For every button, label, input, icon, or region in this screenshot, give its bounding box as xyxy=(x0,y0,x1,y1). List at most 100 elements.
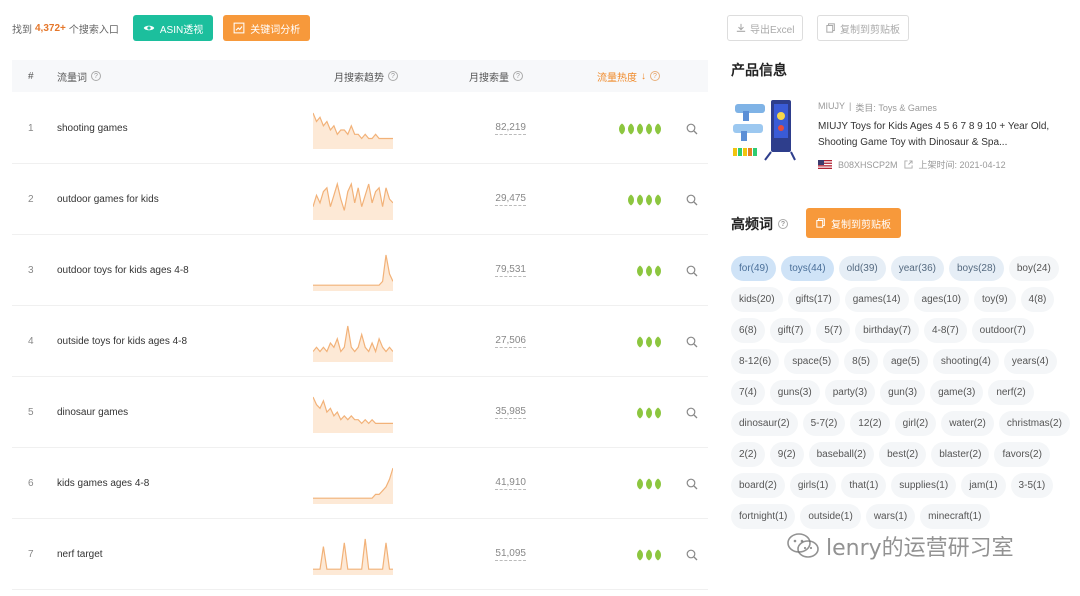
search-icon[interactable] xyxy=(686,265,698,277)
help-icon[interactable]: ? xyxy=(388,71,398,81)
keyword-tag[interactable]: girls(1) xyxy=(789,473,837,498)
search-icon[interactable] xyxy=(686,478,698,490)
help-icon[interactable]: ? xyxy=(650,71,660,81)
keyword-tag[interactable]: 2(2) xyxy=(731,442,765,467)
search-icon[interactable] xyxy=(686,407,698,419)
keyword-tag[interactable]: 4(8) xyxy=(1020,287,1055,312)
keyword-tag[interactable]: toys(44) xyxy=(781,256,834,281)
keyword-tag[interactable]: blaster(2) xyxy=(931,442,990,467)
monthly-volume[interactable]: 29,475 xyxy=(495,193,526,206)
keyword-tag[interactable]: boys(28) xyxy=(948,256,1004,281)
keyword-tag[interactable]: girl(2) xyxy=(894,411,937,436)
search-icon[interactable] xyxy=(686,549,698,561)
table-row[interactable]: 4 outside toys for kids ages 4-8 27,506 xyxy=(12,306,708,377)
keyword-tag[interactable]: games(14) xyxy=(844,287,909,312)
keyword-tag[interactable]: 5(7) xyxy=(816,318,851,343)
monthly-volume[interactable]: 35,985 xyxy=(495,406,526,419)
asin-value[interactable]: B08XHSCP2M xyxy=(838,160,898,170)
monthly-volume[interactable]: 41,910 xyxy=(495,477,526,490)
copy-tags-button[interactable]: 复制到剪贴板 xyxy=(806,208,901,238)
header-heat-sort[interactable]: 流量热度 ↓? xyxy=(597,60,660,92)
trend-sparkline[interactable] xyxy=(313,393,393,433)
export-excel-button[interactable]: 导出Excel xyxy=(727,15,804,41)
keyword-tag[interactable]: old(39) xyxy=(838,256,886,281)
keyword-tag[interactable]: years(4) xyxy=(1003,349,1057,374)
keyword-tag[interactable]: jam(1) xyxy=(961,473,1006,498)
trend-sparkline[interactable] xyxy=(313,535,393,575)
help-icon[interactable]: ? xyxy=(91,71,101,81)
table-row[interactable]: 5 dinosaur games 35,985 xyxy=(12,377,708,448)
monthly-volume[interactable]: 79,531 xyxy=(495,264,526,277)
keyword-tag[interactable]: outdoor(7) xyxy=(971,318,1034,343)
product-image[interactable] xyxy=(731,96,797,162)
help-icon[interactable]: ? xyxy=(513,71,523,81)
keyword-tag[interactable]: for(49) xyxy=(731,256,777,281)
keyword-tag[interactable]: gift(7) xyxy=(769,318,812,343)
keyword-tag[interactable]: dinosaur(2) xyxy=(731,411,798,436)
keyword-tag[interactable]: toy(9) xyxy=(973,287,1016,312)
table-row[interactable]: 2 outdoor games for kids 29,475 xyxy=(12,164,708,235)
keyword-tag[interactable]: 3-5(1) xyxy=(1010,473,1054,498)
keyword-tag[interactable]: board(2) xyxy=(731,473,785,498)
table-row[interactable]: 1 shooting games 82,219 xyxy=(12,93,708,164)
keyword-text[interactable]: outdoor games for kids xyxy=(57,164,159,235)
keyword-tag[interactable]: guns(3) xyxy=(769,380,820,405)
keyword-tag[interactable]: party(3) xyxy=(824,380,876,405)
keyword-tag[interactable]: supplies(1) xyxy=(891,473,957,498)
trend-sparkline[interactable] xyxy=(313,464,393,504)
keyword-tag[interactable]: shooting(4) xyxy=(932,349,999,374)
search-icon[interactable] xyxy=(686,123,698,135)
trend-sparkline[interactable] xyxy=(313,180,393,220)
keyword-text[interactable]: kids games ages 4-8 xyxy=(57,448,149,519)
keyword-tag[interactable]: outside(1) xyxy=(800,504,861,529)
keyword-tag[interactable]: 8-12(6) xyxy=(731,349,780,374)
product-name-link[interactable]: MIUJY Toys for Kids Ages 4 5 6 7 8 9 10 … xyxy=(818,119,1070,151)
keyword-tag[interactable]: 4-8(7) xyxy=(923,318,967,343)
keyword-tag[interactable]: space(5) xyxy=(784,349,840,374)
keyword-tag[interactable]: kids(20) xyxy=(731,287,783,312)
keyword-tag[interactable]: water(2) xyxy=(941,411,994,436)
monthly-volume[interactable]: 51,095 xyxy=(495,548,526,561)
keyword-tag[interactable]: nerf(2) xyxy=(988,380,1034,405)
trend-sparkline[interactable] xyxy=(313,251,393,291)
keyword-tag[interactable]: gun(3) xyxy=(880,380,926,405)
keyword-tag[interactable]: 12(2) xyxy=(850,411,890,436)
keyword-tag[interactable]: baseball(2) xyxy=(808,442,875,467)
keyword-text[interactable]: nerf target xyxy=(57,519,103,590)
keyword-tag[interactable]: boy(24) xyxy=(1008,256,1059,281)
keyword-tag[interactable]: 7(4) xyxy=(731,380,765,405)
table-row[interactable]: 7 nerf target 51,095 xyxy=(12,519,708,590)
keyword-tag[interactable]: fortnight(1) xyxy=(731,504,796,529)
keyword-tag[interactable]: wars(1) xyxy=(865,504,916,529)
trend-sparkline[interactable] xyxy=(313,322,393,362)
search-icon[interactable] xyxy=(686,194,698,206)
keyword-tag[interactable]: 5-7(2) xyxy=(802,411,846,436)
keyword-tag[interactable]: minecraft(1) xyxy=(920,504,990,529)
copy-clipboard-top-button[interactable]: 复制到剪贴板 xyxy=(817,15,909,41)
keyword-tag[interactable]: 8(5) xyxy=(844,349,878,374)
search-icon[interactable] xyxy=(686,336,698,348)
keyword-tag[interactable]: year(36) xyxy=(890,256,944,281)
monthly-volume[interactable]: 27,506 xyxy=(495,335,526,348)
keyword-tag[interactable]: 9(2) xyxy=(769,442,804,467)
keyword-tag[interactable]: age(5) xyxy=(882,349,928,374)
keyword-tag[interactable]: gifts(17) xyxy=(787,287,840,312)
keyword-tag[interactable]: that(1) xyxy=(841,473,887,498)
keyword-text[interactable]: outside toys for kids ages 4-8 xyxy=(57,306,187,377)
help-icon[interactable]: ? xyxy=(778,219,788,229)
keyword-tag[interactable]: birthday(7) xyxy=(855,318,919,343)
table-row[interactable]: 3 outdoor toys for kids ages 4-8 79,531 xyxy=(12,235,708,306)
keyword-tag[interactable]: 6(8) xyxy=(731,318,765,343)
keyword-text[interactable]: outdoor toys for kids ages 4-8 xyxy=(57,235,189,306)
keyword-text[interactable]: shooting games xyxy=(57,93,128,164)
keyword-tag[interactable]: favors(2) xyxy=(994,442,1050,467)
monthly-volume[interactable]: 82,219 xyxy=(495,122,526,135)
keyword-text[interactable]: dinosaur games xyxy=(57,377,128,448)
keyword-tag[interactable]: best(2) xyxy=(879,442,927,467)
keyword-tag[interactable]: christmas(2) xyxy=(998,411,1070,436)
trend-sparkline[interactable] xyxy=(313,109,393,149)
external-link-icon[interactable] xyxy=(903,160,913,169)
keyword-tag[interactable]: ages(10) xyxy=(913,287,969,312)
table-row[interactable]: 6 kids games ages 4-8 41,910 xyxy=(12,448,708,519)
keyword-tag[interactable]: game(3) xyxy=(930,380,984,405)
